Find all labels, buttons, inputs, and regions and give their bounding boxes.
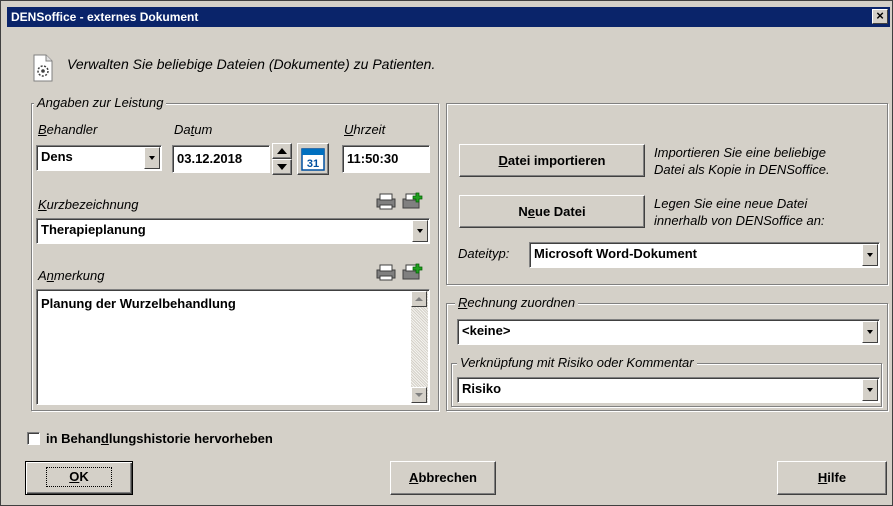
risiko-select[interactable]: Risiko bbox=[457, 377, 880, 403]
document-gear-icon bbox=[31, 53, 55, 83]
arrow-up-icon bbox=[277, 148, 287, 154]
new-hint: Legen Sie eine neue Datei innerhalb von … bbox=[654, 195, 825, 229]
behandler-select[interactable]: Dens bbox=[36, 145, 162, 171]
ok-button[interactable]: OK bbox=[25, 461, 133, 495]
hilfe-button[interactable]: Hilfe bbox=[777, 461, 887, 495]
chevron-down-icon[interactable] bbox=[862, 244, 878, 266]
anmerkung-value: Planung der Wurzelbehandlung bbox=[41, 296, 236, 311]
uhrzeit-label: Uhrzeit bbox=[344, 122, 386, 137]
chevron-down-icon[interactable] bbox=[144, 147, 160, 169]
neue-datei-button[interactable]: Neue Datei bbox=[459, 195, 645, 228]
historie-checkbox-label[interactable]: in Behandlungshistorie hervorheben bbox=[46, 431, 273, 446]
printer-icon[interactable] bbox=[375, 191, 397, 211]
window-title: DENSoffice - externes Dokument bbox=[11, 10, 199, 24]
behandler-value: Dens bbox=[41, 149, 73, 164]
datei-importieren-button[interactable]: Datei importieren bbox=[459, 144, 645, 177]
kurzbezeichnung-select[interactable]: Therapieplanung bbox=[36, 218, 430, 244]
anmerkung-label: Anmerkung bbox=[38, 268, 105, 283]
calendar-icon: 31 bbox=[301, 148, 325, 171]
add-text-icon[interactable] bbox=[401, 191, 423, 211]
calendar-button[interactable]: 31 bbox=[297, 143, 329, 175]
chevron-down-icon[interactable] bbox=[412, 220, 428, 242]
new-hint-line-1: Legen Sie eine neue Datei bbox=[654, 196, 808, 211]
arrow-down-icon bbox=[277, 164, 287, 170]
leistung-group-title: Angaben zur Leistung bbox=[34, 95, 167, 110]
scroll-up-button[interactable] bbox=[411, 291, 427, 307]
behandler-label: Behandler bbox=[38, 122, 98, 137]
risiko-value: Risiko bbox=[462, 381, 502, 396]
spin-down-button[interactable] bbox=[272, 159, 292, 175]
chevron-down-icon[interactable] bbox=[862, 321, 878, 343]
close-button[interactable]: × bbox=[872, 9, 888, 24]
datum-spinner[interactable] bbox=[272, 143, 292, 175]
arrow-down-icon bbox=[415, 393, 423, 397]
uhrzeit-input[interactable]: 11:50:30 bbox=[342, 145, 430, 173]
dateityp-label: Dateityp: bbox=[458, 246, 510, 261]
rechnung-value: <keine> bbox=[462, 323, 511, 338]
spin-up-button[interactable] bbox=[272, 143, 292, 159]
anmerkung-textarea[interactable]: Planung der Wurzelbehandlung bbox=[36, 289, 430, 405]
header-description: Verwalten Sie beliebige Dateien (Dokumen… bbox=[67, 56, 436, 72]
scroll-down-button[interactable] bbox=[411, 387, 427, 403]
import-hint-line-2: Datei als Kopie in DENSoffice. bbox=[654, 162, 830, 177]
kurzbezeichnung-value: Therapieplanung bbox=[41, 222, 146, 237]
chevron-down-icon[interactable] bbox=[862, 379, 878, 401]
anmerkung-scrollbar[interactable] bbox=[411, 291, 428, 403]
rechnung-group-title: Rechnung zuordnen bbox=[455, 295, 579, 310]
abbrechen-button[interactable]: Abbrechen bbox=[390, 461, 496, 495]
printer-icon[interactable] bbox=[375, 262, 397, 282]
datum-label: Datum bbox=[174, 122, 213, 137]
dateityp-value: Microsoft Word-Dokument bbox=[534, 246, 697, 261]
add-text-icon[interactable] bbox=[401, 262, 423, 282]
datum-input[interactable]: 03.12.2018 bbox=[172, 145, 270, 173]
calendar-day: 31 bbox=[307, 158, 319, 170]
import-hint-line-1: Importieren Sie eine beliebige bbox=[654, 145, 826, 160]
risiko-group-title: Verknüpfung mit Risiko oder Kommentar bbox=[457, 355, 697, 370]
arrow-up-icon bbox=[415, 297, 423, 301]
historie-checkbox[interactable] bbox=[27, 432, 40, 445]
kurzbezeichnung-label: Kurzbezeichnung bbox=[38, 197, 139, 212]
dialog-window: DENSoffice - externes Dokument × Verwalt… bbox=[0, 0, 893, 506]
import-hint: Importieren Sie eine beliebige Datei als… bbox=[654, 144, 830, 178]
dateityp-select[interactable]: Microsoft Word-Dokument bbox=[529, 242, 880, 268]
close-icon: × bbox=[876, 8, 884, 23]
new-hint-line-2: innerhalb von DENSoffice an: bbox=[654, 213, 825, 228]
rechnung-select[interactable]: <keine> bbox=[457, 319, 880, 345]
title-bar: DENSoffice - externes Dokument × bbox=[7, 7, 890, 27]
